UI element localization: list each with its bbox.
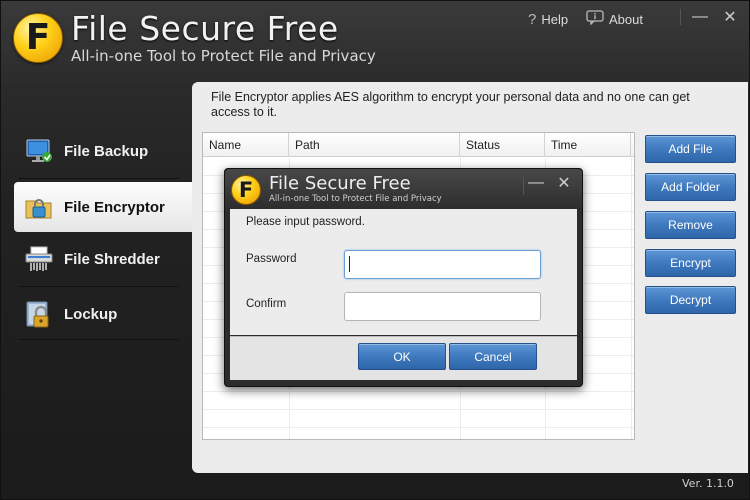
dialog-subtitle: All-in-one Tool to Protect File and Priv…: [269, 194, 442, 204]
header-divider: [680, 9, 681, 25]
column-header-path[interactable]: Path: [289, 133, 460, 157]
sidebar-divider: [19, 339, 179, 340]
about-link[interactable]: About: [586, 9, 643, 29]
monitor-icon: [24, 136, 54, 166]
dialog-title: File Secure Free: [269, 173, 411, 194]
about-icon: [586, 9, 604, 29]
add-folder-button[interactable]: Add Folder: [645, 173, 736, 201]
column-header-name[interactable]: Name: [203, 133, 289, 157]
sidebar-item-file-backup[interactable]: File Backup: [14, 126, 192, 176]
version-label: Ver. 1.1.0: [682, 477, 734, 490]
logo-letter: F: [25, 17, 51, 58]
feature-description: File Encryptor applies AES algorithm to …: [211, 90, 690, 119]
remove-button[interactable]: Remove: [645, 211, 736, 239]
column-divider: [631, 158, 632, 439]
dialog-minimize-button[interactable]: —: [525, 173, 547, 193]
sidebar-divider: [19, 178, 179, 179]
sidebar-item-label: File Encryptor: [64, 198, 165, 216]
sidebar-item-file-shredder[interactable]: File Shredder: [14, 234, 192, 284]
decrypt-button[interactable]: Decrypt: [645, 286, 736, 314]
dialog-prompt: Please input password.: [246, 216, 365, 228]
sidebar-item-lockup[interactable]: Lockup: [14, 289, 192, 339]
help-link[interactable]: ? Help: [528, 9, 568, 29]
padlock-icon: [24, 299, 54, 329]
cancel-button[interactable]: Cancel: [449, 343, 537, 370]
sidebar-divider: [19, 286, 179, 287]
app-title: File Secure Free: [71, 9, 339, 48]
encrypt-button[interactable]: Encrypt: [645, 249, 736, 277]
app-subtitle: All-in-one Tool to Protect File and Priv…: [71, 47, 376, 65]
column-header-time[interactable]: Time: [545, 133, 631, 157]
help-icon: ?: [528, 10, 537, 28]
add-file-button[interactable]: Add File: [645, 135, 736, 163]
lock-folder-icon: [24, 192, 54, 222]
confirm-password-field[interactable]: [344, 292, 541, 321]
app-logo: F: [13, 13, 63, 63]
password-label: Password: [246, 253, 297, 265]
sidebar-item-label: Lockup: [64, 305, 118, 323]
ok-button[interactable]: OK: [358, 343, 446, 370]
about-label: About: [609, 11, 643, 27]
dialog-close-button[interactable]: ✕: [553, 173, 575, 193]
sidebar-item-label: File Shredder: [64, 250, 160, 268]
close-button[interactable]: ✕: [719, 7, 741, 27]
column-header-status[interactable]: Status: [460, 133, 545, 157]
password-field[interactable]: [344, 250, 541, 279]
text-caret: [349, 256, 350, 272]
shredder-icon: [24, 244, 54, 274]
dialog-logo: F: [231, 175, 261, 205]
dialog-title-divider: [523, 177, 524, 195]
sidebar-item-label: File Backup: [64, 142, 149, 160]
table-header: Name Path Status Time: [203, 133, 634, 157]
help-label: Help: [541, 11, 569, 27]
dialog-logo-letter: F: [238, 177, 254, 202]
confirm-label: Confirm: [246, 298, 287, 310]
dialog-titlebar: F File Secure Free All-in-one Tool to Pr…: [225, 169, 582, 209]
app-window: F File Secure Free All-in-one Tool to Pr…: [0, 0, 750, 500]
sidebar-item-file-encryptor[interactable]: File Encryptor: [14, 182, 192, 232]
minimize-button[interactable]: —: [689, 7, 711, 27]
